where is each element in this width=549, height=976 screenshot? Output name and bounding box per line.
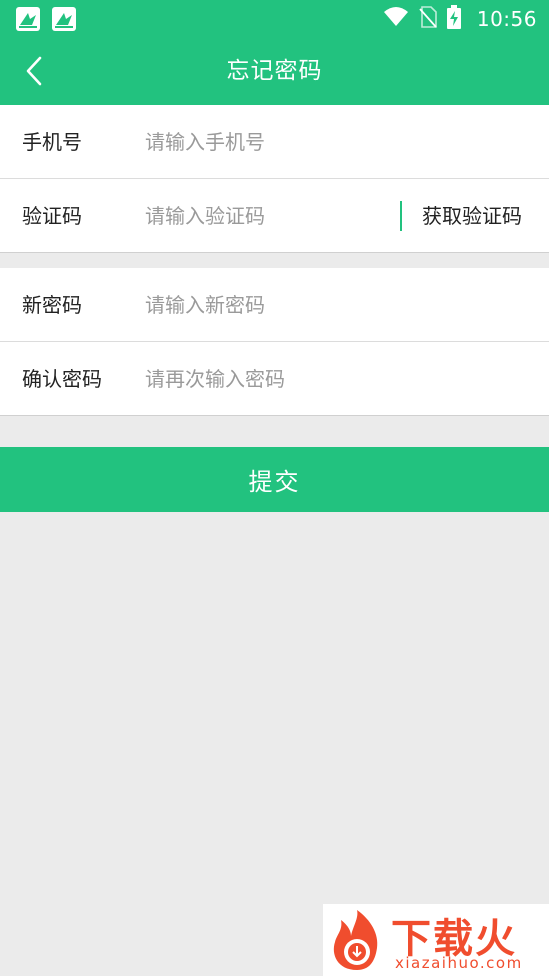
- new-password-input[interactable]: [145, 286, 385, 324]
- get-code-button[interactable]: 获取验证码: [422, 179, 522, 253]
- submit-button[interactable]: 提交: [0, 447, 549, 512]
- phone-label: 手机号: [22, 130, 82, 154]
- phone-row: 手机号: [0, 105, 549, 179]
- watermark: 下载火 xiazaihuo.com: [323, 904, 549, 976]
- code-input[interactable]: [145, 197, 385, 235]
- code-divider: [400, 201, 402, 231]
- page-title: 忘记密码: [226, 58, 323, 84]
- confirm-password-row: 确认密码: [0, 342, 549, 416]
- app-notification-icon: [52, 7, 76, 31]
- battery-charging-icon: [446, 5, 461, 33]
- app-notification-icon: [16, 7, 40, 31]
- code-row: 验证码 获取验证码: [0, 179, 549, 253]
- password-group: 新密码 确认密码: [0, 268, 549, 416]
- status-time: 10:56: [476, 7, 537, 31]
- new-password-label: 新密码: [22, 293, 82, 317]
- phone-code-group: 手机号 验证码 获取验证码: [0, 105, 549, 253]
- status-bar: 10:56: [0, 0, 549, 38]
- phone-input[interactable]: [145, 123, 385, 161]
- new-password-row: 新密码: [0, 268, 549, 342]
- confirm-password-input[interactable]: [145, 360, 385, 398]
- code-label: 验证码: [22, 204, 82, 228]
- title-bar: 忘记密码: [0, 38, 549, 105]
- confirm-password-label: 确认密码: [22, 367, 102, 391]
- no-sim-icon: [419, 6, 437, 32]
- wifi-icon: [383, 6, 409, 32]
- status-right: 10:56: [383, 0, 537, 38]
- watermark-url: xiazaihuo.com: [395, 954, 523, 972]
- flame-logo-icon: [333, 910, 378, 970]
